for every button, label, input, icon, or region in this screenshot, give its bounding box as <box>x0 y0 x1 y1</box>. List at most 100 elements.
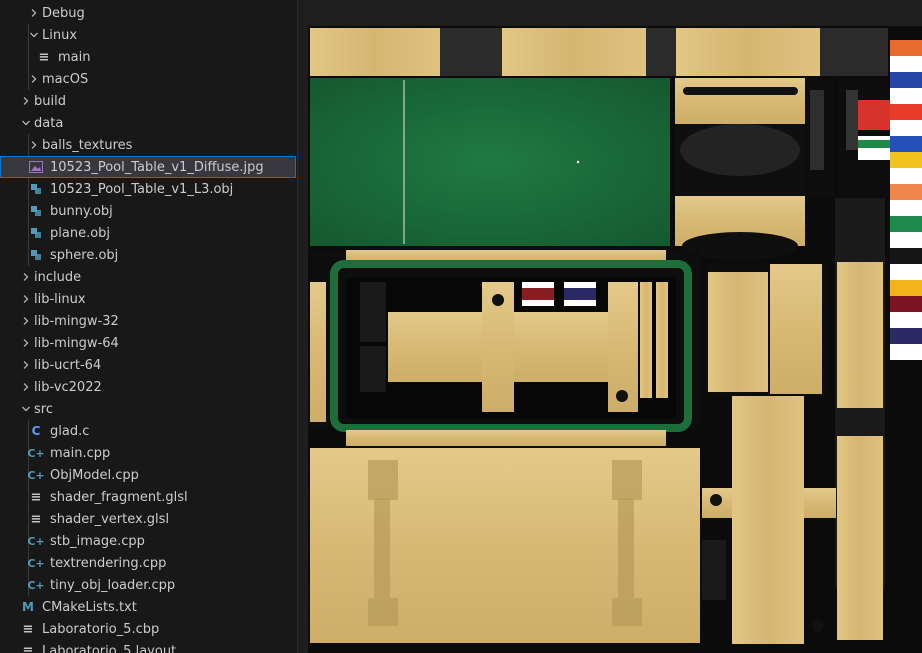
file-item[interactable]: bunny.obj <box>0 200 296 222</box>
ball-color-band <box>890 136 922 152</box>
ball-texture-strip <box>890 40 922 360</box>
folder-item[interactable]: src <box>0 398 296 420</box>
table-felt <box>310 78 670 246</box>
obj-file-icon <box>28 225 44 241</box>
chevron-right-icon[interactable] <box>18 291 34 307</box>
item-label: 10523_Pool_Table_v1_Diffuse.jpg <box>50 159 264 175</box>
chevron-right-icon[interactable] <box>18 313 34 329</box>
chevron-right-icon[interactable] <box>18 93 34 109</box>
folder-item[interactable]: include <box>0 266 296 288</box>
cpp-file-icon: C+ <box>27 446 45 460</box>
chevron-right-icon[interactable] <box>18 269 34 285</box>
item-label: glad.c <box>50 423 90 439</box>
item-label: shader_vertex.glsl <box>50 511 170 527</box>
file-item[interactable]: ≡ Laboratorio_5.cbp <box>0 618 296 640</box>
folder-item[interactable]: lib-mingw-64 <box>0 332 296 354</box>
folder-item[interactable]: Debug <box>0 2 296 24</box>
image-preview <box>298 0 922 653</box>
folder-item[interactable]: Linux <box>0 24 296 46</box>
chevron-right-icon[interactable] <box>26 71 42 87</box>
item-label: ObjModel.cpp <box>50 467 139 483</box>
ball-color-band <box>890 88 922 104</box>
item-label: include <box>34 269 82 285</box>
chevron-right-icon[interactable] <box>18 357 34 373</box>
item-label: main.cpp <box>50 445 111 461</box>
item-label: Debug <box>42 5 85 21</box>
item-label: balls_textures <box>42 137 133 153</box>
ball-color-band <box>890 40 922 56</box>
item-label: tiny_obj_loader.cpp <box>50 577 176 593</box>
item-label: src <box>34 401 53 417</box>
ball-color-band <box>890 152 922 168</box>
chevron-right-icon[interactable] <box>26 137 42 153</box>
lines-file-icon: ≡ <box>38 49 50 65</box>
item-label: CMakeLists.txt <box>42 599 137 615</box>
item-label: main <box>58 49 91 65</box>
file-item[interactable]: 10523_Pool_Table_v1_Diffuse.jpg <box>0 156 296 178</box>
file-item[interactable]: C+ tiny_obj_loader.cpp <box>0 574 296 596</box>
file-item[interactable]: 10523_Pool_Table_v1_L3.obj <box>0 178 296 200</box>
item-label: Linux <box>42 27 78 43</box>
file-item[interactable]: C+ textrendering.cpp <box>0 552 296 574</box>
item-label: plane.obj <box>50 225 111 241</box>
file-item[interactable]: ≡ main <box>0 46 296 68</box>
cmake-file-icon: M <box>22 600 34 614</box>
file-item[interactable]: C+ main.cpp <box>0 442 296 464</box>
pool-table-texture-image <box>308 26 922 653</box>
ball-color-band <box>890 248 922 264</box>
lines-file-icon: ≡ <box>30 511 42 527</box>
file-item[interactable]: M CMakeLists.txt <box>0 596 296 618</box>
file-item[interactable]: ≡ shader_vertex.glsl <box>0 508 296 530</box>
file-item[interactable]: plane.obj <box>0 222 296 244</box>
ball-color-band <box>890 232 922 248</box>
cpp-file-icon: C+ <box>27 556 45 570</box>
cpp-file-icon: C+ <box>27 578 45 592</box>
item-label: bunny.obj <box>50 203 113 219</box>
item-label: lib-mingw-64 <box>34 335 119 351</box>
c-file-icon: C <box>31 424 41 438</box>
ball-color-band <box>890 280 922 296</box>
chevron-right-icon[interactable] <box>26 5 42 21</box>
lines-file-icon: ≡ <box>22 643 34 653</box>
ball-color-band <box>890 264 922 280</box>
folder-item[interactable]: lib-ucrt-64 <box>0 354 296 376</box>
cpp-file-icon: C+ <box>27 534 45 548</box>
file-explorer: Debug Linux ≡ main macOS build data balls_textu… <box>0 0 298 653</box>
ball-color-band <box>890 168 922 184</box>
file-item[interactable]: sphere.obj <box>0 244 296 266</box>
folder-item[interactable]: lib-vc2022 <box>0 376 296 398</box>
folder-item[interactable]: lib-linux <box>0 288 296 310</box>
file-item[interactable]: ≡ Laboratorio_5.layout <box>0 640 296 653</box>
item-label: data <box>34 115 64 131</box>
ball-color-band <box>890 328 922 344</box>
lines-file-icon: ≡ <box>30 489 42 505</box>
item-label: sphere.obj <box>50 247 119 263</box>
chevron-down-icon[interactable] <box>18 115 34 131</box>
item-label: textrendering.cpp <box>50 555 167 571</box>
ball-color-band <box>890 104 922 120</box>
folder-item[interactable]: data <box>0 112 296 134</box>
item-label: build <box>34 93 66 109</box>
obj-file-icon <box>28 203 44 219</box>
cpp-file-icon: C+ <box>27 468 45 482</box>
obj-file-icon <box>28 181 44 197</box>
file-item[interactable]: Cglad.c <box>0 420 296 442</box>
folder-item[interactable]: macOS <box>0 68 296 90</box>
folder-item[interactable]: build <box>0 90 296 112</box>
ball-color-band <box>890 72 922 88</box>
file-item[interactable]: C+ ObjModel.cpp <box>0 464 296 486</box>
chevron-down-icon[interactable] <box>18 401 34 417</box>
ball-color-band <box>890 56 922 72</box>
file-item[interactable]: C+ stb_image.cpp <box>0 530 296 552</box>
file-item[interactable]: ≡ shader_fragment.glsl <box>0 486 296 508</box>
ball-color-band <box>890 296 922 312</box>
ball-color-band <box>890 216 922 232</box>
ball-color-band <box>890 344 922 360</box>
folder-item[interactable]: lib-mingw-32 <box>0 310 296 332</box>
chevron-right-icon[interactable] <box>18 379 34 395</box>
item-label: 10523_Pool_Table_v1_L3.obj <box>50 181 234 197</box>
folder-item[interactable]: balls_textures <box>0 134 296 156</box>
chevron-right-icon[interactable] <box>18 335 34 351</box>
chevron-down-icon[interactable] <box>26 27 42 43</box>
lines-file-icon: ≡ <box>22 621 34 637</box>
